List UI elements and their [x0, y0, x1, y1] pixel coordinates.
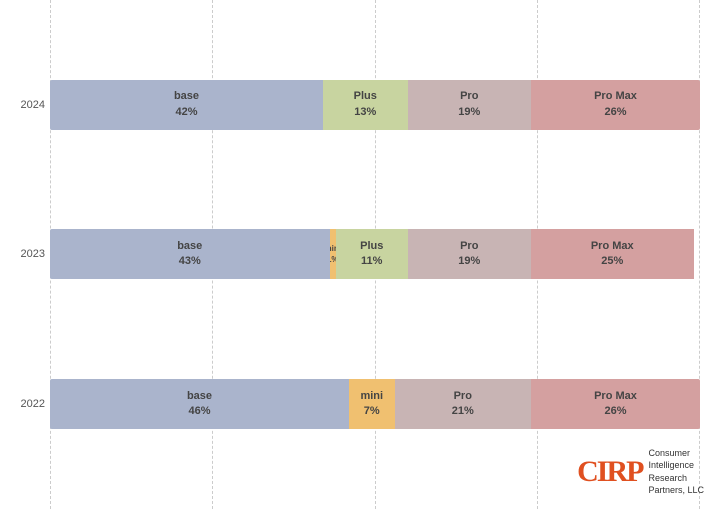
segment-base-2022: base46%	[50, 379, 349, 429]
segment-plus-2024: Plus13%	[323, 80, 408, 130]
segment-pro-2023: Pro19%	[408, 229, 532, 279]
year-label-2024: 2024	[10, 99, 45, 111]
year-row-2023: 2023base43%mini1%Plus11%Pro19%Pro Max25%	[50, 224, 700, 284]
year-label-2023: 2023	[10, 248, 45, 260]
watermark-text: Consumer Intelligence Research Partners,…	[648, 447, 704, 497]
watermark-line3: Research	[648, 473, 687, 483]
segment-base-2024: base42%	[50, 80, 323, 130]
segment-base-2023: base43%	[50, 229, 330, 279]
bar-track-2024: base42%Plus13%Pro19%Pro Max26%	[50, 80, 700, 130]
watermark: CIRP Consumer Intelligence Research Part…	[577, 447, 704, 497]
segment-plus-2023: Plus11%	[336, 229, 408, 279]
bar-track-2022: base46%mini7%Pro21%Pro Max26%	[50, 379, 700, 429]
segment-promax-2024: Pro Max26%	[531, 80, 700, 130]
year-row-2024: 2024base42%Plus13%Pro19%Pro Max26%	[50, 75, 700, 135]
watermark-line1: Consumer	[648, 448, 690, 458]
segment-mini-2022: mini7%	[349, 379, 395, 429]
segment-pro-2024: Pro19%	[408, 80, 532, 130]
chart-container: 2024base42%Plus13%Pro19%Pro Max26%2023ba…	[0, 0, 720, 509]
bar-track-2023: base43%mini1%Plus11%Pro19%Pro Max25%	[50, 229, 700, 279]
watermark-line4: Partners, LLC	[648, 485, 704, 495]
watermark-logo: CIRP	[577, 457, 642, 487]
watermark-line2: Intelligence	[648, 460, 694, 470]
segment-promax-2023: Pro Max25%	[531, 229, 694, 279]
year-label-2022: 2022	[10, 398, 45, 410]
rows-area: 2024base42%Plus13%Pro19%Pro Max26% 2023ba…	[50, 20, 700, 489]
segment-pro-2022: Pro21%	[395, 379, 532, 429]
segment-promax-2022: Pro Max26%	[531, 379, 700, 429]
year-row-2022: 2022base46%mini7%Pro21%Pro Max26%	[50, 374, 700, 434]
